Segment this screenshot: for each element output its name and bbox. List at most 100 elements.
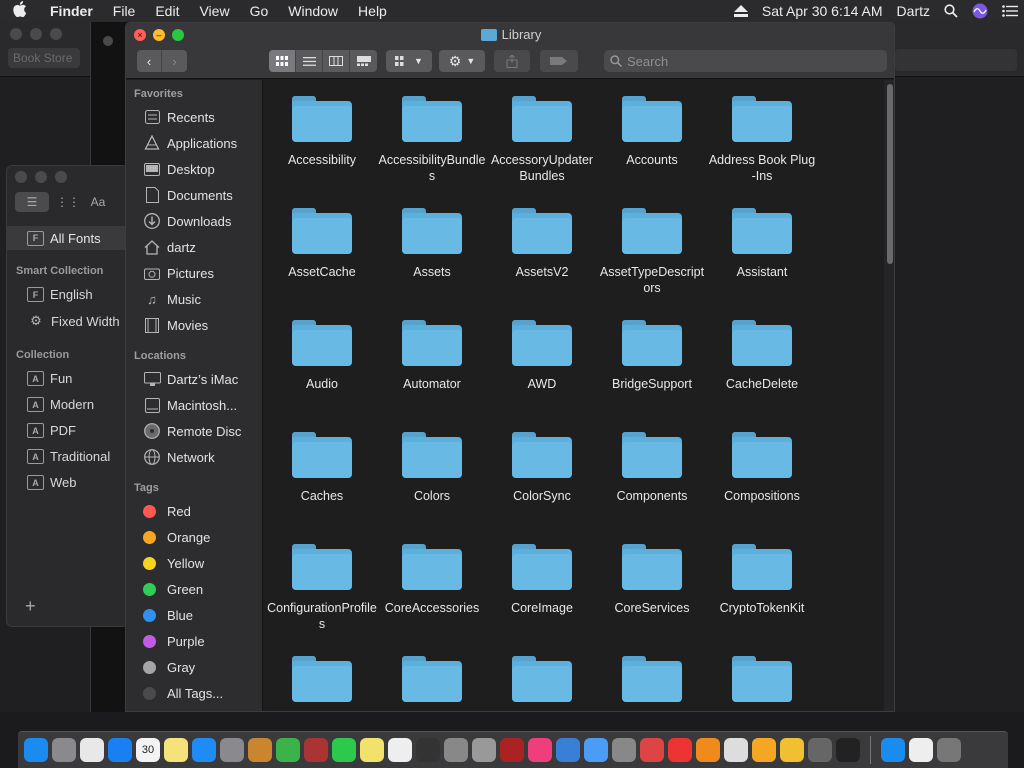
collection-item-traditional[interactable]: A Traditional — [27, 449, 110, 464]
list-view-button[interactable] — [296, 50, 323, 72]
grapher-icon[interactable] — [808, 738, 832, 762]
document-icon[interactable] — [909, 738, 933, 762]
tags-button[interactable] — [540, 50, 578, 72]
folder-item[interactable]: CryptoTokenKit — [707, 542, 817, 616]
notes-icon[interactable] — [164, 738, 188, 762]
chrome-icon[interactable] — [80, 738, 104, 762]
sidebar-item-downloads[interactable]: Downloads — [143, 212, 231, 230]
folder-item[interactable]: AssetCache — [267, 206, 377, 280]
folder-item[interactable]: CoreServices — [597, 542, 707, 616]
menu-help[interactable]: Help — [348, 3, 397, 19]
folder-item[interactable]: CacheDelete — [707, 318, 817, 392]
bookstore-window-controls[interactable] — [10, 28, 62, 40]
folder-item[interactable]: Automator — [377, 318, 487, 392]
folder-item[interactable]: Colors — [377, 430, 487, 504]
sidebar-item-remote-disc[interactable]: Remote Disc — [143, 422, 241, 440]
menu-go[interactable]: Go — [240, 3, 279, 19]
collection-item-web[interactable]: A Web — [27, 475, 77, 490]
appstore-download-icon[interactable] — [881, 738, 905, 762]
sidebar-tag-yellow[interactable]: Yellow — [140, 554, 204, 572]
column-view-button[interactable] — [323, 50, 350, 72]
menu-clock[interactable]: Sat Apr 30 6:14 AM — [762, 3, 883, 19]
folder-item[interactable]: CoreAccessories — [377, 542, 487, 616]
folder-item[interactable]: AccessoryUpdaterBundles — [487, 94, 597, 184]
folder-item[interactable]: Address Book Plug-Ins — [707, 94, 817, 184]
sidebar-all-tags[interactable]: All Tags... — [140, 684, 223, 702]
folder-item[interactable]: Caches — [267, 430, 377, 504]
sidebar-item-macintosh-hd[interactable]: Macintosh... — [143, 396, 237, 414]
sidebar-tag-green[interactable]: Green — [140, 580, 203, 598]
search-input[interactable]: Search — [604, 50, 887, 72]
collection-item-modern[interactable]: A Modern — [27, 397, 94, 412]
collection-item-pdf[interactable]: A PDF — [27, 423, 76, 438]
sidebar-tag-orange[interactable]: Orange — [140, 528, 210, 546]
automator-icon[interactable] — [612, 738, 636, 762]
folder-item[interactable] — [707, 654, 817, 711]
spotlight-search-icon[interactable] — [944, 4, 958, 18]
stickies-icon[interactable] — [360, 738, 384, 762]
sidebar-item-dartz[interactable]: dartz — [143, 238, 196, 256]
news-icon[interactable] — [668, 738, 692, 762]
share-button[interactable] — [494, 50, 530, 72]
itunes-icon[interactable] — [528, 738, 552, 762]
folder-item[interactable]: AssetTypeDescriptors — [597, 206, 707, 296]
sidebar-item-desktop[interactable]: Desktop — [143, 160, 215, 178]
notification-center-icon[interactable] — [1002, 5, 1018, 17]
menu-window[interactable]: Window — [278, 3, 348, 19]
siri-icon[interactable] — [972, 3, 988, 19]
list-view-button[interactable]: ☰ — [15, 192, 49, 212]
textedit-icon[interactable] — [388, 738, 412, 762]
folder-item[interactable]: AssetsV2 — [487, 206, 597, 280]
apple-menu-icon[interactable] — [0, 1, 40, 21]
dictionary-icon[interactable] — [304, 738, 328, 762]
facetime-icon[interactable] — [332, 738, 356, 762]
action-button[interactable]: ⚙ ▼ — [439, 50, 485, 72]
sidebar-tag-red[interactable]: Red — [140, 502, 191, 520]
folder-item[interactable] — [377, 654, 487, 711]
folder-item[interactable]: AWD — [487, 318, 597, 392]
sidebar-item-movies[interactable]: Movies — [143, 316, 208, 334]
folder-item[interactable]: Compositions — [707, 430, 817, 504]
photo-booth-icon[interactable] — [500, 738, 524, 762]
calendar-icon[interactable]: 30 — [136, 738, 160, 762]
folder-item[interactable] — [597, 654, 707, 711]
sidebar-item-pictures[interactable]: Pictures — [143, 264, 214, 282]
numbers-icon[interactable] — [276, 738, 300, 762]
ibooks-icon[interactable] — [696, 738, 720, 762]
screenshot-icon[interactable] — [472, 738, 496, 762]
collection-item-fun[interactable]: A Fun — [27, 371, 72, 386]
sidebar-item-imac[interactable]: Dartz’s iMac — [143, 370, 238, 388]
eject-icon[interactable] — [733, 5, 748, 17]
folder-item[interactable]: Assets — [377, 206, 487, 280]
bookstore-search-field[interactable]: Book Store — [8, 48, 80, 68]
messages-icon[interactable] — [584, 738, 608, 762]
icon-view-button[interactable] — [269, 50, 296, 72]
forward-button[interactable]: › — [162, 50, 187, 72]
grid-view-button[interactable]: ⋮⋮ — [56, 192, 80, 212]
back-button[interactable]: ‹ — [137, 50, 162, 72]
sidebar-item-recents[interactable]: Recents — [143, 108, 215, 126]
sidebar-item-applications[interactable]: Applications — [143, 134, 237, 152]
preview-icon[interactable] — [556, 738, 580, 762]
menu-view[interactable]: View — [189, 3, 239, 19]
smart-item-english[interactable]: F English — [27, 287, 93, 302]
all-fonts-item[interactable]: F All Fonts — [7, 226, 129, 250]
smart-item-fixed-width[interactable]: ⚙ Fixed Width — [27, 313, 119, 329]
file-icon[interactable] — [724, 738, 748, 762]
folder-item[interactable]: AccessibilityBundles — [377, 94, 487, 184]
sidebar-item-network[interactable]: Network — [143, 448, 215, 466]
add-collection-button[interactable]: + — [25, 596, 36, 617]
script-editor-icon[interactable] — [444, 738, 468, 762]
safari-icon[interactable] — [108, 738, 132, 762]
folder-item[interactable]: Audio — [267, 318, 377, 392]
folder-item[interactable]: Components — [597, 430, 707, 504]
launchpad-icon[interactable] — [52, 738, 76, 762]
sidebar-tag-blue[interactable]: Blue — [140, 606, 193, 624]
preview-aa-button[interactable]: Aa — [87, 192, 109, 212]
terminal-icon[interactable] — [836, 738, 860, 762]
books-icon[interactable] — [248, 738, 272, 762]
folder-item[interactable]: BridgeSupport — [597, 318, 707, 392]
gallery-view-button[interactable] — [350, 50, 377, 72]
folder-item[interactable]: Accessibility — [267, 94, 377, 168]
tweak-icon[interactable] — [640, 738, 664, 762]
